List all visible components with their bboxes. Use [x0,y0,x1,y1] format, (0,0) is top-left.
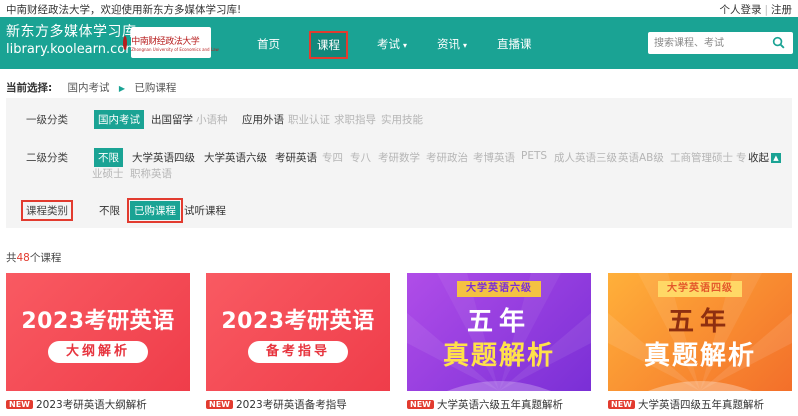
course-card[interactable]: 2023考研英语 大纲解析 [6,273,190,391]
filter-panel: 一级分类 国内考试 出国留学 小语种 应用外语 职业认证 求职指导 实用技能 二… [6,98,792,228]
nav-exam-label: 考试 [377,37,400,51]
course-title-text: 大学英语六级五年真题解析 [436,399,563,411]
course-title[interactable]: NEW 大学英语六级五年真题解析 [407,397,563,412]
course-thumbnail: 大学英语六级 五年 真题解析 [407,273,591,391]
breadcrumb: 当前选择: 国内考试 ▶ 已购课程 [6,80,176,95]
count-suffix: 个课程 [29,252,62,264]
chevron-up-icon: ▲ [771,153,781,163]
search-icon[interactable] [772,36,785,49]
filter-option[interactable]: 考研数学 [378,150,420,165]
nav-live[interactable]: 直播课 [497,36,532,52]
chevron-down-icon: ▾ [403,41,408,50]
filter-option[interactable]: 工商管理硕士 [670,150,733,165]
breadcrumb-label: 当前选择: [6,82,53,94]
filter-option-selected[interactable]: 已购课程 [127,198,183,223]
chevron-down-icon: ▾ [463,41,468,50]
thumbnail-headline: 2023考研英语 [21,309,175,334]
search-input[interactable] [648,32,768,54]
course-thumbnail: 2023考研英语 大纲解析 [6,273,190,391]
nav-news[interactable]: 资讯 ▾ [437,36,467,52]
course-title-text: 2023考研英语备考指导 [235,399,347,411]
main-header: 新东方多媒体学习库 library.koolearn.com 中南财经政法大学 … [0,17,798,69]
filter-option[interactable]: 出国留学 [151,112,193,127]
filter-option[interactable]: 不限 [99,203,120,218]
filter-option[interactable]: PETS [521,150,547,162]
filter-option[interactable]: 求职指导 [334,112,376,127]
filter-row-label: 课程类别 [21,200,73,221]
course-title-text: 大学英语四级五年真题解析 [637,399,764,411]
collapse-label: 收起 [748,152,769,164]
thumbnail-pill: 备考指导 [248,341,348,363]
thumbnail-ribbon: 大学英语六级 [457,281,541,297]
thumbnail-ribbon: 大学英语四级 [658,281,742,297]
partner-university-logo: 中南财经政法大学 Zhongnan University of Economic… [123,27,219,58]
separator: | [764,4,768,16]
course-card[interactable]: 2023考研英语 备考指导 [206,273,390,391]
account-links: 个人登录 | 注册 [719,2,792,17]
welcome-text: 中南财经政法大学，欢迎使用新东方多媒体学习库! [6,4,242,16]
course-title[interactable]: NEW 2023考研英语备考指导 [206,397,347,412]
course-thumbnail: 2023考研英语 备考指导 [206,273,390,391]
brand-logo[interactable]: 新东方多媒体学习库 library.koolearn.com [6,23,138,59]
thumbnail-line1: 五年 [466,307,531,337]
breadcrumb-arrow-icon: ▶ [118,84,126,93]
filter-option[interactable]: 英语AB级 [618,150,664,165]
new-badge: NEW [608,400,635,409]
partner-name: 中南财经政法大学 [131,36,200,47]
filter-option[interactable]: 成人英语三级 [554,150,617,165]
course-title-text: 2023考研英语大纲解析 [35,399,147,411]
course-title[interactable]: NEW 2023考研英语大纲解析 [6,397,147,412]
course-thumbnail: 大学英语四级 五年 真题解析 [608,273,792,391]
filter-option-label: 已购课程 [130,201,180,220]
filter-option[interactable]: 职业认证 [288,112,330,127]
filter-option[interactable]: 国内考试 [94,110,144,129]
filter-option[interactable]: 考博英语 [473,150,515,165]
register-link[interactable]: 注册 [771,4,792,16]
filter-option[interactable]: 应用外语 [242,112,284,127]
filter-option[interactable]: 大学英语六级 [204,150,267,165]
filter-option[interactable]: 业硕士 [92,166,124,181]
breadcrumb-level1[interactable]: 国内考试 [68,82,110,94]
nav-home[interactable]: 首页 [257,36,280,52]
personal-login-link[interactable]: 个人登录 [719,4,761,16]
filter-option[interactable]: 试听课程 [184,203,226,218]
brand-url: library.koolearn.com [6,42,138,57]
thumbnail-line2: 真题解析 [643,341,756,371]
partner-subtitle: Zhongnan University of Economics and Law [131,46,219,52]
filter-row-label: 一级分类 [26,114,68,126]
top-bar: 中南财经政法大学，欢迎使用新东方多媒体学习库! 个人登录 | 注册 [0,0,798,17]
filter-option[interactable]: 实用技能 [381,112,423,127]
search-box [648,32,793,54]
new-badge: NEW [6,400,33,409]
count-number: 48 [16,252,30,264]
thumbnail-pill: 大纲解析 [48,341,148,363]
thumbnail-line1: 五年 [667,307,732,337]
nav-course[interactable]: 课程 [309,31,348,59]
nav-news-label: 资讯 [437,37,460,51]
new-badge: NEW [407,400,434,409]
filter-option[interactable]: 不限 [94,148,123,167]
filter-option[interactable]: 职称英语 [130,166,172,181]
course-count: 共48个课程 [6,250,61,265]
filter-option[interactable]: 大学英语四级 [132,150,195,165]
filter-option[interactable]: 专八 [350,150,371,165]
filter-option[interactable]: 专四 [322,150,343,165]
course-card[interactable]: 大学英语四级 五年 真题解析 [608,273,792,391]
course-title[interactable]: NEW 大学英语四级五年真题解析 [608,397,764,412]
course-card[interactable]: 大学英语六级 五年 真题解析 [407,273,591,391]
breadcrumb-current: 已购课程 [134,82,177,94]
nav-exam[interactable]: 考试 ▾ [377,36,407,52]
thumbnail-line2: 真题解析 [442,341,555,371]
filter-option[interactable]: 专 [736,150,747,165]
brand-name: 新东方多媒体学习库 [6,24,137,40]
new-badge: NEW [206,400,233,409]
collapse-button[interactable]: 收起 ▲ [748,150,781,165]
count-prefix: 共 [6,252,17,264]
filter-option[interactable]: 考研政治 [426,150,468,165]
filter-option[interactable]: 考研英语 [275,150,317,165]
filter-row-label: 二级分类 [26,152,68,164]
thumbnail-headline: 2023考研英语 [221,309,375,334]
filter-option[interactable]: 小语种 [196,112,228,127]
